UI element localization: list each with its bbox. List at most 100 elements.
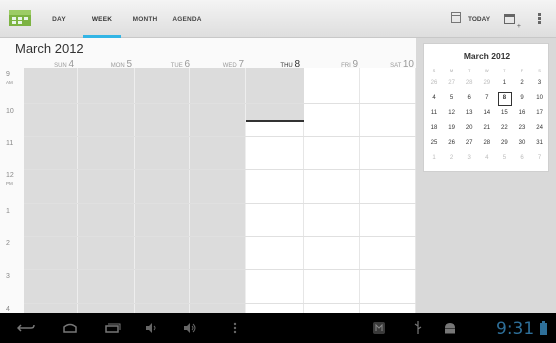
mini-calendar-dow: S bbox=[538, 68, 541, 73]
tab-day[interactable]: DAY bbox=[40, 0, 78, 38]
mini-calendar-day[interactable]: 5 bbox=[443, 91, 461, 105]
day-column-thu[interactable] bbox=[246, 68, 304, 313]
hour-divider bbox=[24, 269, 416, 270]
mini-calendar-day[interactable]: 11 bbox=[425, 106, 443, 120]
mini-calendar-day[interactable]: 20 bbox=[460, 121, 478, 135]
mini-calendar-day[interactable]: 1 bbox=[425, 151, 443, 165]
mini-calendar-day[interactable]: 28 bbox=[460, 76, 478, 90]
current-time-line bbox=[246, 120, 304, 122]
mini-calendar-day[interactable]: 13 bbox=[460, 106, 478, 120]
hour-label: 11 bbox=[6, 140, 14, 147]
mini-calendar-day[interactable]: 21 bbox=[478, 121, 496, 135]
mini-calendar-dow: W bbox=[484, 68, 489, 73]
mini-calendar-day[interactable]: 27 bbox=[460, 136, 478, 150]
mini-calendar-dow: M bbox=[449, 68, 454, 73]
hour-label: 2 bbox=[6, 240, 10, 247]
mini-calendar-day[interactable]: 6 bbox=[513, 151, 531, 165]
usb-icon[interactable] bbox=[409, 313, 427, 343]
volume-down-icon[interactable] bbox=[142, 313, 162, 343]
battery-icon bbox=[538, 313, 548, 343]
mini-calendar-day[interactable]: 2 bbox=[443, 151, 461, 165]
day-column-sat[interactable] bbox=[360, 68, 416, 313]
mini-calendar-day[interactable]: 17 bbox=[531, 106, 549, 120]
hour-divider bbox=[24, 303, 416, 304]
today-icon[interactable] bbox=[451, 12, 461, 23]
mini-calendar-day[interactable]: 15 bbox=[495, 106, 513, 120]
tab-month[interactable]: MONTH bbox=[126, 0, 164, 38]
mini-calendar-dow: T bbox=[467, 68, 471, 73]
mini-calendar-day[interactable]: 4 bbox=[478, 151, 496, 165]
mini-calendar-day[interactable]: 26 bbox=[425, 76, 443, 90]
calendar-app-icon[interactable] bbox=[8, 6, 32, 30]
day-column-mon[interactable] bbox=[78, 68, 135, 313]
mini-calendar-day[interactable]: 6 bbox=[460, 91, 478, 105]
mini-calendar-day[interactable]: 30 bbox=[513, 136, 531, 150]
mini-calendar: March 2012 SMTWTFS 26 27 28 29 1 2 3 4 5 6 7 8 9 10 11… bbox=[423, 43, 549, 172]
mini-calendar-day[interactable]: 5 bbox=[495, 151, 513, 165]
mini-calendar-day[interactable]: 25 bbox=[425, 136, 443, 150]
tab-week[interactable]: WEEK bbox=[83, 0, 121, 38]
debug-notification-icon[interactable] bbox=[368, 313, 390, 343]
mini-calendar-day[interactable]: 19 bbox=[443, 121, 461, 135]
status-clock: 9:31 bbox=[496, 319, 535, 339]
mini-calendar-day[interactable]: 29 bbox=[495, 136, 513, 150]
mini-calendar-day[interactable]: 7 bbox=[478, 91, 496, 105]
tab-agenda[interactable]: AGENDA bbox=[168, 0, 206, 38]
mini-calendar-day[interactable]: 12 bbox=[443, 106, 461, 120]
mini-calendar-day[interactable]: 28 bbox=[478, 136, 496, 150]
mini-calendar-day[interactable]: 1 bbox=[495, 76, 513, 90]
back-icon[interactable] bbox=[14, 313, 38, 343]
mini-calendar-day[interactable]: 14 bbox=[478, 106, 496, 120]
day-column-tue[interactable] bbox=[135, 68, 190, 313]
day-column-fri[interactable] bbox=[304, 68, 360, 313]
hour-label: 4 bbox=[6, 306, 10, 313]
page-title: March 2012 bbox=[15, 41, 84, 56]
menu-dots-icon[interactable] bbox=[228, 313, 242, 343]
hour-divider bbox=[24, 169, 416, 170]
mini-calendar-dow: F bbox=[520, 68, 524, 73]
mini-calendar-day[interactable]: 23 bbox=[513, 121, 531, 135]
volume-up-icon[interactable] bbox=[180, 313, 200, 343]
hour-label: 3 bbox=[6, 273, 10, 280]
mini-calendar-dow: T bbox=[503, 68, 506, 73]
mini-calendar-dow: S bbox=[432, 68, 436, 73]
side-panel: March 2012 SMTWTFS 26 27 28 29 1 2 3 4 5 6 7 8 9 10 11… bbox=[416, 38, 556, 313]
hour-divider bbox=[24, 203, 416, 204]
hour-label: 10 bbox=[6, 108, 14, 115]
mini-calendar-title: March 2012 bbox=[463, 51, 511, 61]
week-grid: 9 AM 10 11 12 PM 1 2 3 4 bbox=[0, 68, 416, 313]
mini-calendar-day[interactable]: 18 bbox=[425, 121, 443, 135]
hour-divider bbox=[24, 103, 416, 104]
recent-apps-icon[interactable] bbox=[100, 313, 124, 343]
past-time-shade bbox=[246, 68, 304, 120]
action-bar: DAY WEEK MONTH AGENDA TODAY bbox=[0, 0, 556, 38]
mini-calendar-day[interactable]: 8 bbox=[495, 91, 513, 106]
mini-calendar-day[interactable]: 10 bbox=[531, 91, 549, 105]
hour-divider bbox=[24, 236, 416, 237]
mini-calendar-day[interactable]: 31 bbox=[531, 136, 549, 150]
mini-calendar-day[interactable]: 3 bbox=[460, 151, 478, 165]
today-button[interactable]: TODAY bbox=[468, 0, 490, 40]
mini-calendar-day[interactable]: 9 bbox=[513, 91, 531, 105]
mini-calendar-day[interactable]: 26 bbox=[443, 136, 461, 150]
home-icon[interactable] bbox=[58, 313, 82, 343]
mini-calendar-day[interactable]: 3 bbox=[531, 76, 549, 90]
hour-label: 9 AM bbox=[6, 71, 13, 85]
mini-calendar-day[interactable]: 2 bbox=[513, 76, 531, 90]
add-calendar-icon[interactable] bbox=[504, 14, 521, 30]
mini-calendar-day[interactable]: 24 bbox=[531, 121, 549, 135]
hour-divider bbox=[24, 136, 416, 137]
system-bar: 9:31 bbox=[0, 313, 556, 343]
day-column-sun[interactable] bbox=[24, 68, 78, 313]
mini-calendar-day[interactable]: 27 bbox=[443, 76, 461, 90]
mini-calendar-day[interactable]: 29 bbox=[478, 76, 496, 90]
day-column-wed[interactable] bbox=[190, 68, 246, 313]
overflow-menu-icon[interactable] bbox=[538, 13, 541, 26]
week-header: March 2012 SUN 4 MON 5 TUE 6 WED 7 THU 8… bbox=[0, 38, 416, 70]
hour-label: 1 bbox=[6, 208, 10, 215]
mini-calendar-day[interactable]: 16 bbox=[513, 106, 531, 120]
mini-calendar-day[interactable]: 22 bbox=[495, 121, 513, 135]
mini-calendar-day[interactable]: 7 bbox=[531, 151, 549, 165]
android-icon[interactable] bbox=[440, 313, 460, 343]
mini-calendar-day[interactable]: 4 bbox=[425, 91, 443, 105]
